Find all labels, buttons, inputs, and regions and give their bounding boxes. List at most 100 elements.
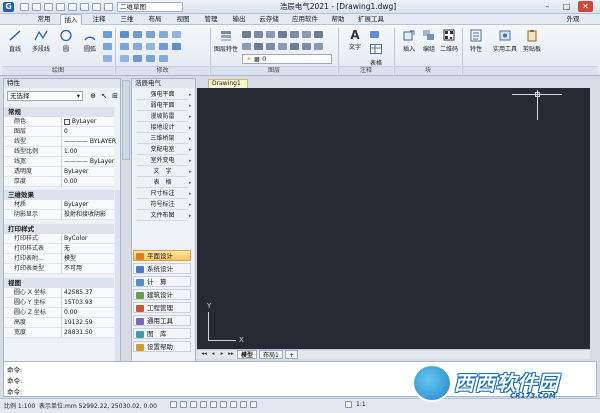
maximize-button[interactable]: □ — [559, 1, 574, 12]
category-calculation[interactable]: 计 算 — [133, 276, 191, 287]
undo-icon[interactable] — [80, 3, 89, 11]
print-icon[interactable] — [68, 3, 77, 11]
redo-icon[interactable] — [92, 3, 101, 11]
mirror-icon[interactable] — [133, 43, 142, 50]
property-row[interactable]: 线型 ———— BYLAYER — [4, 137, 116, 147]
table-tool-button[interactable]: 表格 — [366, 43, 386, 67]
transparency-toggle-icon[interactable] — [240, 401, 247, 408]
layer-freeze-icon[interactable] — [266, 31, 275, 38]
layer-select[interactable]: ☀ ■ 0 — [242, 54, 332, 64]
fillet-icon[interactable] — [146, 43, 155, 50]
property-row[interactable]: 打印样式 ByColor — [4, 234, 114, 244]
toggle-pickadd-icon[interactable]: ⊞ — [110, 91, 120, 101]
layout-tab-model[interactable]: 模型 — [237, 350, 258, 359]
layer-previous-icon[interactable] — [302, 31, 311, 38]
menu-manage[interactable]: 管理 — [200, 14, 222, 25]
property-row[interactable]: 圆心 Y 坐标 15T03.93 — [4, 298, 114, 308]
document-tab-drawing1[interactable]: Drawing1 — [208, 79, 248, 88]
clipboard-button[interactable]: 剪贴板 — [520, 29, 544, 53]
elec-item[interactable]: 表 格 — [137, 178, 188, 188]
save-as-icon[interactable] — [56, 3, 65, 11]
property-row[interactable]: 阴影显示 投射和接收阴影 — [4, 210, 114, 220]
osnap-toggle-icon[interactable] — [210, 401, 217, 408]
move-icon[interactable] — [120, 31, 129, 38]
layer-merge-icon[interactable] — [254, 43, 263, 50]
first-tab-icon[interactable]: ◂◂ — [200, 350, 208, 358]
layer-isolate-icon[interactable] — [314, 31, 323, 38]
elec-item[interactable]: 漫坡防雷 — [137, 112, 188, 122]
property-row[interactable]: 厚度 0.00 — [4, 177, 114, 187]
annotation-scale-icon[interactable] — [345, 401, 352, 408]
trim-icon[interactable] — [146, 31, 155, 38]
selection-select[interactable]: 无选择 ▾ — [7, 91, 83, 101]
text-tool-button[interactable]: A 文字 — [344, 29, 366, 52]
layer-delete-icon[interactable] — [266, 43, 275, 50]
layer-unlock-icon[interactable] — [290, 43, 299, 50]
section-view[interactable]: 视图 — [4, 278, 114, 288]
layer-properties-button[interactable]: 图层特性 — [214, 29, 238, 53]
array-icon[interactable] — [146, 55, 155, 62]
section-plot-style[interactable]: 打印样式 — [4, 224, 114, 234]
menu-extensions[interactable]: 扩展工具 — [356, 14, 386, 25]
property-row[interactable]: 宽度 28831.50 — [4, 328, 114, 338]
property-row[interactable]: 线宽 ———— ByLayer — [4, 157, 114, 167]
property-row[interactable]: 打印表附... 模型 — [4, 254, 114, 264]
chamfer-icon[interactable] — [159, 55, 168, 62]
layer-walk-icon[interactable] — [242, 43, 251, 50]
property-row[interactable]: 材质 ByLayer — [4, 200, 114, 210]
annotation-scale-value[interactable]: 1:1 — [356, 401, 366, 408]
property-row[interactable]: 圆心 Z 坐标 0.00 — [4, 308, 114, 318]
workspace-select[interactable]: 二维草图 — [117, 2, 183, 12]
snap-toggle-icon[interactable] — [170, 401, 177, 408]
copy-icon[interactable] — [120, 43, 129, 50]
layer-thaw-icon[interactable] — [302, 43, 311, 50]
command-input[interactable]: 命令: — [7, 386, 22, 396]
layer-translate-icon[interactable] — [314, 43, 323, 50]
elec-item[interactable]: 变配电室 — [137, 145, 188, 155]
elec-item[interactable]: 文 字 — [137, 167, 188, 177]
appearance-menu[interactable]: 外观 — [562, 14, 584, 25]
quick-select-icon[interactable]: ⊕ — [88, 91, 98, 101]
section-general[interactable]: 常规 — [4, 107, 114, 117]
property-row[interactable]: 打印表类型 不可用 — [4, 264, 114, 274]
category-project-management[interactable]: 工程管理 — [133, 302, 191, 313]
elec-item[interactable]: 符号标注 — [137, 200, 188, 210]
menu-insert[interactable]: 插入 — [60, 14, 82, 25]
close-button[interactable]: ✕ — [578, 1, 593, 12]
qrcode-button[interactable]: 二维码 — [438, 29, 460, 53]
new-file-icon[interactable] — [20, 3, 29, 11]
layout-tab-layout1[interactable]: 布局1 — [259, 350, 283, 359]
elec-item[interactable]: 弱电平面 — [137, 101, 188, 111]
scale-icon[interactable] — [133, 55, 142, 62]
elec-item[interactable]: 室外变电 — [137, 156, 188, 166]
category-library[interactable]: 图 库 — [133, 328, 191, 339]
menu-cloud-storage[interactable]: 云存储 — [256, 14, 282, 25]
category-settings-help[interactable]: 设置帮助 — [133, 341, 191, 352]
prev-tab-icon[interactable]: ◂ — [209, 350, 217, 358]
palette-side-strip[interactable] — [122, 80, 130, 160]
last-tab-icon[interactable]: ▸▸ — [227, 350, 235, 358]
ortho-toggle-icon[interactable] — [190, 401, 197, 408]
polar-toggle-icon[interactable] — [200, 401, 207, 408]
arc-tool-button[interactable]: 圆弧 — [80, 29, 100, 53]
menu-home[interactable]: 常用 — [34, 14, 54, 25]
select-objects-icon[interactable]: ↖ — [99, 91, 109, 101]
open-file-icon[interactable] — [32, 3, 41, 11]
quick-props-toggle-icon[interactable] — [250, 401, 257, 408]
lineweight-toggle-icon[interactable] — [230, 401, 237, 408]
elec-item[interactable]: 文件布图 — [137, 211, 188, 221]
save-icon[interactable] — [44, 3, 53, 11]
property-row[interactable]: 线型比例 1.00 — [4, 147, 114, 157]
menu-help[interactable]: 帮助 — [328, 14, 348, 25]
otrack-toggle-icon[interactable] — [220, 401, 227, 408]
add-layout-button[interactable]: + — [285, 350, 299, 359]
layer-match-icon[interactable] — [290, 31, 299, 38]
elec-item[interactable]: 接地设计 — [137, 123, 188, 133]
dimension-icon[interactable] — [370, 31, 379, 38]
stretch-icon[interactable] — [120, 55, 129, 62]
grid-toggle-icon[interactable] — [180, 401, 187, 408]
next-tab-icon[interactable]: ▸ — [218, 350, 226, 358]
category-plan-design[interactable]: 平面设计 — [133, 250, 191, 261]
rectangle-icon[interactable] — [103, 31, 112, 38]
property-row[interactable]: 高度 19132.59 — [4, 318, 114, 328]
